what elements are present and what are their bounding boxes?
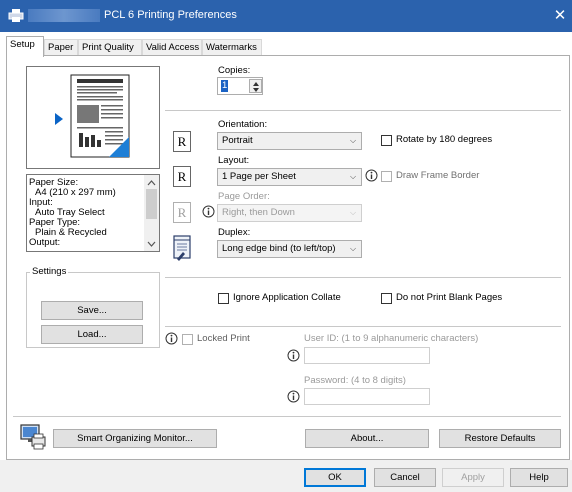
tab-valid-access[interactable]: Valid Access	[142, 39, 202, 56]
layout-label: Layout:	[218, 155, 250, 166]
draw-frame-border-checkbox[interactable]	[381, 171, 392, 182]
skip-blank-pages-checkbox[interactable]	[381, 293, 392, 304]
help-button[interactable]: Help	[510, 468, 568, 487]
tab-setup[interactable]: Setup	[6, 36, 44, 57]
user-id-input[interactable]	[304, 347, 430, 364]
preview-document-icon	[55, 74, 130, 158]
printer-app-icon	[8, 9, 24, 22]
scroll-up-icon[interactable]	[147, 180, 156, 186]
restore-defaults-button[interactable]: Restore Defaults	[439, 429, 561, 448]
printer-name-redacted	[28, 9, 100, 22]
chevron-down-icon: ⌵	[349, 172, 357, 181]
copies-label: Copies:	[218, 65, 251, 76]
page-order-label: Page Order:	[218, 191, 270, 202]
duplex-booklet-icon	[173, 235, 191, 261]
info-icon[interactable]	[287, 390, 300, 403]
save-button[interactable]: Save...	[41, 301, 143, 320]
smart-organizing-monitor-button[interactable]: Smart Organizing Monitor...	[53, 429, 217, 448]
page-order-select[interactable]: Right, then Down ⌵	[217, 204, 362, 222]
dialog-footer: OK Cancel Apply Help	[0, 460, 572, 492]
info-icon[interactable]	[165, 332, 178, 345]
password-label: Password: (4 to 8 digits)	[304, 375, 406, 386]
rotate-180-checkbox[interactable]	[381, 135, 392, 146]
setup-panel: Paper Size: A4 (210 x 297 mm) Input: Aut…	[6, 55, 570, 460]
copies-spinner[interactable]: 1	[217, 77, 263, 95]
ignore-collate-checkbox[interactable]	[218, 293, 229, 304]
divider	[165, 110, 561, 111]
divider	[13, 416, 561, 417]
tab-watermarks[interactable]: Watermarks	[202, 39, 262, 56]
tab-paper[interactable]: Paper	[44, 39, 78, 56]
close-icon[interactable]: ✕	[550, 6, 570, 26]
settings-group-label: Settings	[30, 266, 69, 277]
list-item: Output:	[29, 237, 61, 248]
monitor-printer-icon	[20, 424, 46, 450]
printing-preferences-dialog: PCL 6 Printing Preferences ✕ Setup Paper…	[0, 0, 572, 492]
layout-select[interactable]: 1 Page per Sheet ⌵	[217, 168, 362, 186]
settings-summary-list[interactable]: Paper Size: A4 (210 x 297 mm) Input: Aut…	[26, 174, 160, 252]
list-scrollbar[interactable]	[144, 175, 159, 251]
page-order-icon: R	[173, 202, 191, 223]
locked-print-label: Locked Print	[197, 333, 250, 344]
divider	[165, 277, 561, 278]
info-icon[interactable]	[287, 349, 300, 362]
duplex-value: Long edge bind (to left/top)	[222, 243, 336, 254]
user-id-label: User ID: (1 to 9 alphanumeric characters…	[304, 333, 479, 344]
password-input[interactable]	[304, 388, 430, 405]
copies-value[interactable]: 1	[221, 80, 229, 92]
chevron-down-icon: ⌵	[349, 208, 357, 217]
layout-icon: R	[173, 166, 191, 187]
cancel-button[interactable]: Cancel	[374, 468, 436, 487]
apply-button[interactable]: Apply	[442, 468, 504, 487]
locked-print-checkbox[interactable]	[182, 334, 193, 345]
about-button[interactable]: About...	[305, 429, 429, 448]
layout-value: 1 Page per Sheet	[222, 171, 296, 182]
duplex-label: Duplex:	[218, 227, 251, 238]
draw-frame-border-label: Draw Frame Border	[396, 170, 480, 181]
copies-spin-buttons[interactable]	[249, 79, 262, 93]
rotate-180-label: Rotate by 180 degrees	[396, 134, 493, 145]
duplex-select[interactable]: Long edge bind (to left/top) ⌵	[217, 240, 362, 258]
window-title: PCL 6 Printing Preferences	[104, 9, 237, 21]
page-order-value: Right, then Down	[222, 207, 295, 218]
ignore-collate-label: Ignore Application Collate	[233, 292, 341, 303]
orientation-select[interactable]: Portrait ⌵	[217, 132, 362, 150]
page-preview	[26, 66, 160, 169]
orientation-label: Orientation:	[218, 119, 268, 130]
info-icon[interactable]	[365, 169, 378, 182]
ok-button[interactable]: OK	[304, 468, 366, 487]
spin-arrows-icon[interactable]	[252, 81, 260, 93]
divider	[165, 326, 561, 327]
load-button[interactable]: Load...	[41, 325, 143, 344]
scroll-thumb[interactable]	[146, 189, 157, 219]
info-icon[interactable]	[202, 205, 215, 218]
chevron-down-icon: ⌵	[349, 136, 357, 145]
chevron-down-icon: ⌵	[349, 244, 357, 253]
orientation-portrait-icon: R	[173, 131, 191, 152]
scroll-down-icon[interactable]	[147, 241, 156, 247]
skip-blank-pages-label: Do not Print Blank Pages	[396, 292, 503, 303]
orientation-value: Portrait	[222, 135, 253, 146]
tab-print-quality[interactable]: Print Quality	[78, 39, 142, 56]
title-bar: PCL 6 Printing Preferences ✕	[0, 0, 572, 32]
